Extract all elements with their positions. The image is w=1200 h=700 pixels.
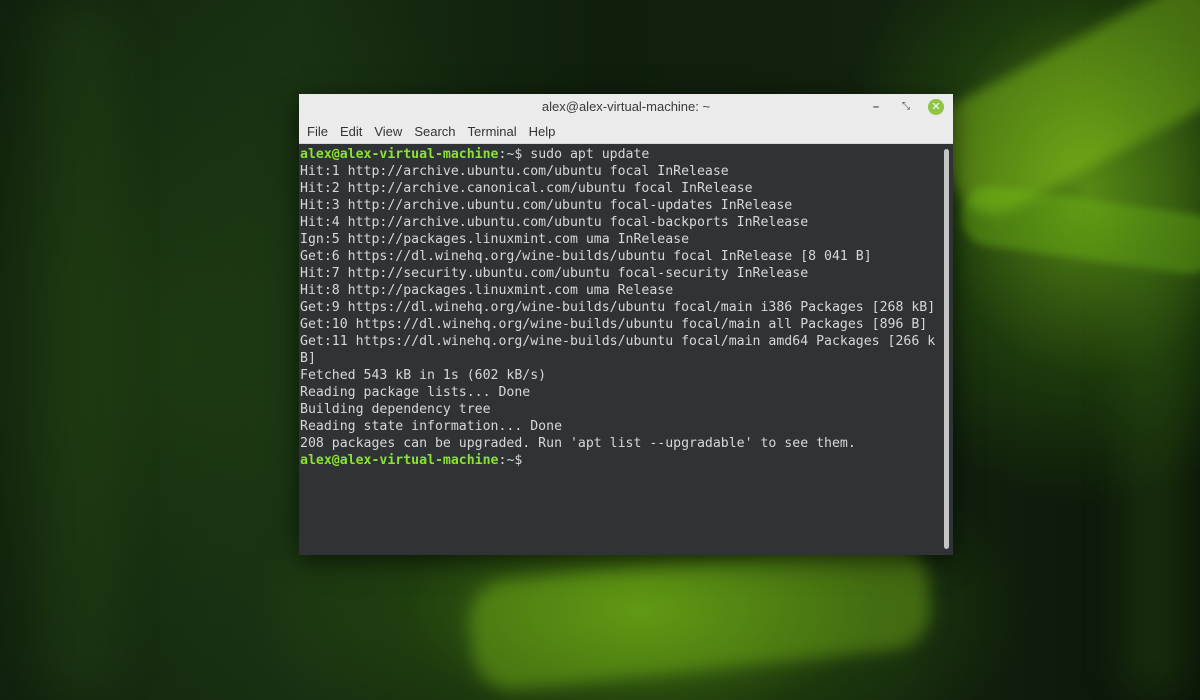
output-line: Get:9 https://dl.winehq.org/wine-builds/… (300, 300, 936, 315)
menu-view[interactable]: View (368, 120, 408, 144)
output-line: Hit:4 http://archive.ubuntu.com/ubuntu f… (300, 215, 809, 230)
output-line: Fetched 543 kB in 1s (602 kB/s) (300, 368, 547, 383)
output-line: B] (300, 351, 316, 366)
scrollbar[interactable] (941, 144, 953, 555)
prompt-path: :~$ (498, 453, 523, 468)
prompt-user: alex@alex-virtual-machine (300, 147, 499, 162)
prompt-path: :~$ (498, 147, 523, 162)
window-title: alex@alex-virtual-machine: ~ (541, 99, 711, 114)
wallpaper-shape (40, 0, 120, 700)
scrollbar-thumb[interactable] (944, 149, 949, 549)
command-text: sudo apt update (522, 147, 650, 162)
output-line: Get:10 https://dl.winehq.org/wine-builds… (300, 317, 928, 332)
output-line: Reading state information... Done (300, 419, 563, 434)
maximize-button[interactable]: ⤡ (898, 99, 914, 115)
prompt-user: alex@alex-virtual-machine (300, 453, 499, 468)
output-line: Building dependency tree (300, 402, 491, 417)
wallpaper-shape (465, 536, 935, 694)
output-line: Reading package lists... Done (300, 385, 531, 400)
terminal-output-area[interactable]: alex@alex-virtual-machine:~$ sudo apt up… (299, 144, 941, 555)
output-line: Get:6 https://dl.winehq.org/wine-builds/… (300, 249, 872, 264)
output-line: Ign:5 http://packages.linuxmint.com uma … (300, 232, 690, 247)
output-line: Hit:8 http://packages.linuxmint.com uma … (300, 283, 674, 298)
menu-help[interactable]: Help (523, 120, 562, 144)
menu-edit[interactable]: Edit (334, 120, 368, 144)
output-line: Hit:2 http://archive.canonical.com/ubunt… (300, 181, 753, 196)
window-titlebar[interactable]: alex@alex-virtual-machine: ~ – ⤡ ✕ (299, 94, 953, 120)
menu-search[interactable]: Search (408, 120, 461, 144)
final-prompt-line[interactable]: alex@alex-virtual-machine:~$ (300, 452, 941, 469)
menu-terminal[interactable]: Terminal (462, 120, 523, 144)
output-line: Hit:3 http://archive.ubuntu.com/ubuntu f… (300, 198, 793, 213)
terminal-window: alex@alex-virtual-machine: ~ – ⤡ ✕ File … (299, 94, 953, 555)
output-line: Hit:1 http://archive.ubuntu.com/ubuntu f… (300, 164, 729, 179)
command-line: alex@alex-virtual-machine:~$ sudo apt up… (300, 146, 941, 163)
close-button[interactable]: ✕ (928, 99, 944, 115)
output-line: Hit:7 http://security.ubuntu.com/ubuntu … (300, 266, 809, 281)
minimize-button[interactable]: – (868, 99, 884, 115)
output-line: Get:11 https://dl.winehq.org/wine-builds… (300, 334, 936, 349)
output-line: 208 packages can be upgraded. Run 'apt l… (300, 436, 856, 451)
menu-file[interactable]: File (301, 120, 334, 144)
wallpaper-shape (1120, 0, 1190, 700)
menu-bar: File Edit View Search Terminal Help (299, 120, 953, 144)
